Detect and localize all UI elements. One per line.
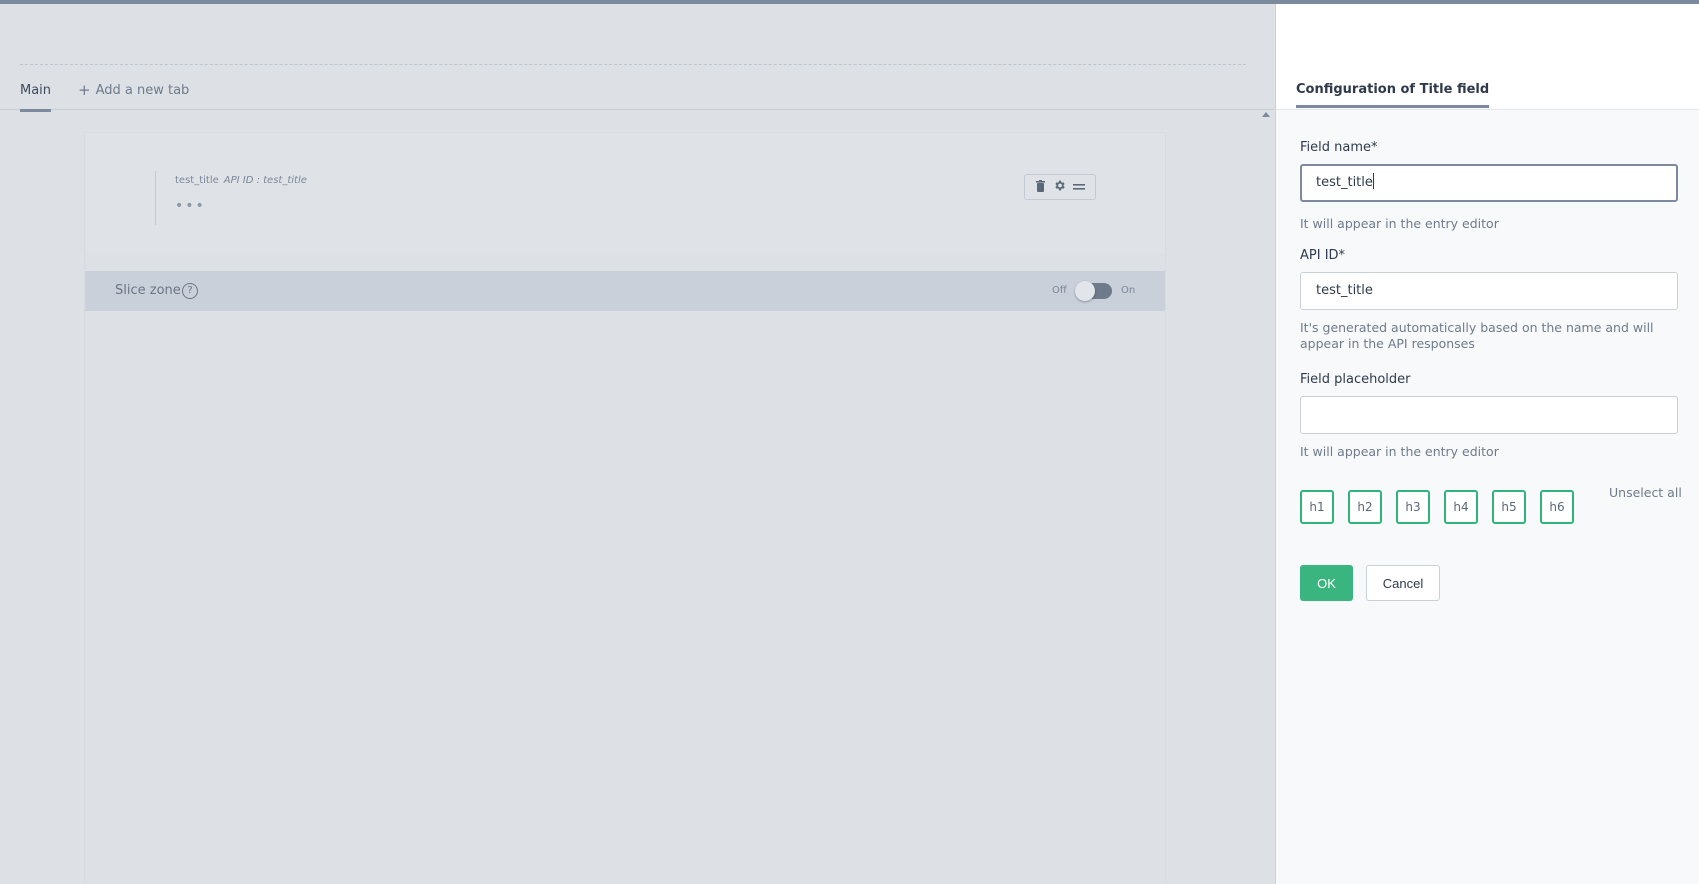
toggle-knob [1075,281,1095,301]
api-id-label: API ID* [1300,248,1346,263]
trash-icon[interactable] [1035,179,1046,195]
field-meta: test_title API ID : test_title [175,175,307,186]
placeholder-label: Field placeholder [1300,372,1411,387]
unselect-all-link[interactable]: Unselect all [1609,485,1682,500]
heading-h5-button[interactable]: h5 [1492,490,1526,524]
add-tab-label: Add a new tab [95,83,190,98]
field-name-value: test_title [1316,175,1373,190]
placeholder-hint: It will appear in the entry editor [1300,444,1499,459]
field-name-input[interactable]: test_title [1300,164,1678,202]
placeholder-input[interactable] [1300,396,1678,434]
panel-title: Configuration of Title field [1296,82,1490,108]
field-preview-dots: ••• [175,198,206,214]
config-panel: Configuration of Title field Field name*… [1275,4,1699,884]
add-tab-button[interactable]: + Add a new tab [78,81,190,99]
drag-handle-icon[interactable] [1073,181,1086,194]
plus-icon: + [78,81,91,99]
ok-button[interactable]: OK [1300,565,1353,601]
cancel-button[interactable]: Cancel [1366,565,1440,601]
field-name: test_title [175,175,219,186]
field-toolbar [1024,174,1096,200]
gear-icon[interactable] [1053,179,1066,195]
heading-h1-button[interactable]: h1 [1300,490,1334,524]
tab-bar: Main + Add a new tab [0,70,1274,112]
api-id-input[interactable]: test_title [1300,272,1678,310]
scroll-up-arrow[interactable] [1262,112,1270,117]
field-card[interactable]: test_title API ID : test_title ••• [85,133,1165,254]
slice-zone-toggle[interactable] [1075,281,1112,301]
header-divider [20,64,1246,65]
field-name-hint: It will appear in the entry editor [1300,216,1499,231]
text-caret [1372,173,1374,189]
heading-options: h1 h2 h3 h4 h5 h6 [1300,490,1574,524]
heading-h3-button[interactable]: h3 [1396,490,1430,524]
slice-zone-bar: Slice zone ? Off On [85,271,1165,311]
api-id-hint: It's generated automatically based on th… [1300,320,1654,351]
help-icon[interactable]: ? [182,283,198,299]
toggle-off-label: Off [1052,285,1067,296]
heading-h2-button[interactable]: h2 [1348,490,1382,524]
heading-h4-button[interactable]: h4 [1444,490,1478,524]
api-id-value: test_title [1316,283,1373,298]
tab-main[interactable]: Main [20,83,52,112]
toggle-on-label: On [1121,285,1136,296]
editor-canvas: test_title API ID : test_title ••• Slice… [85,133,1165,884]
field-indicator [155,171,156,225]
custom-type-editor: Main + Add a new tab test_title API ID :… [0,4,1274,884]
field-name-label: Field name* [1300,140,1378,155]
field-api-id: API ID : test_title [223,175,307,186]
slice-zone-label: Slice zone [115,283,181,298]
heading-h6-button[interactable]: h6 [1540,490,1574,524]
panel-header: Configuration of Title field [1276,4,1699,110]
